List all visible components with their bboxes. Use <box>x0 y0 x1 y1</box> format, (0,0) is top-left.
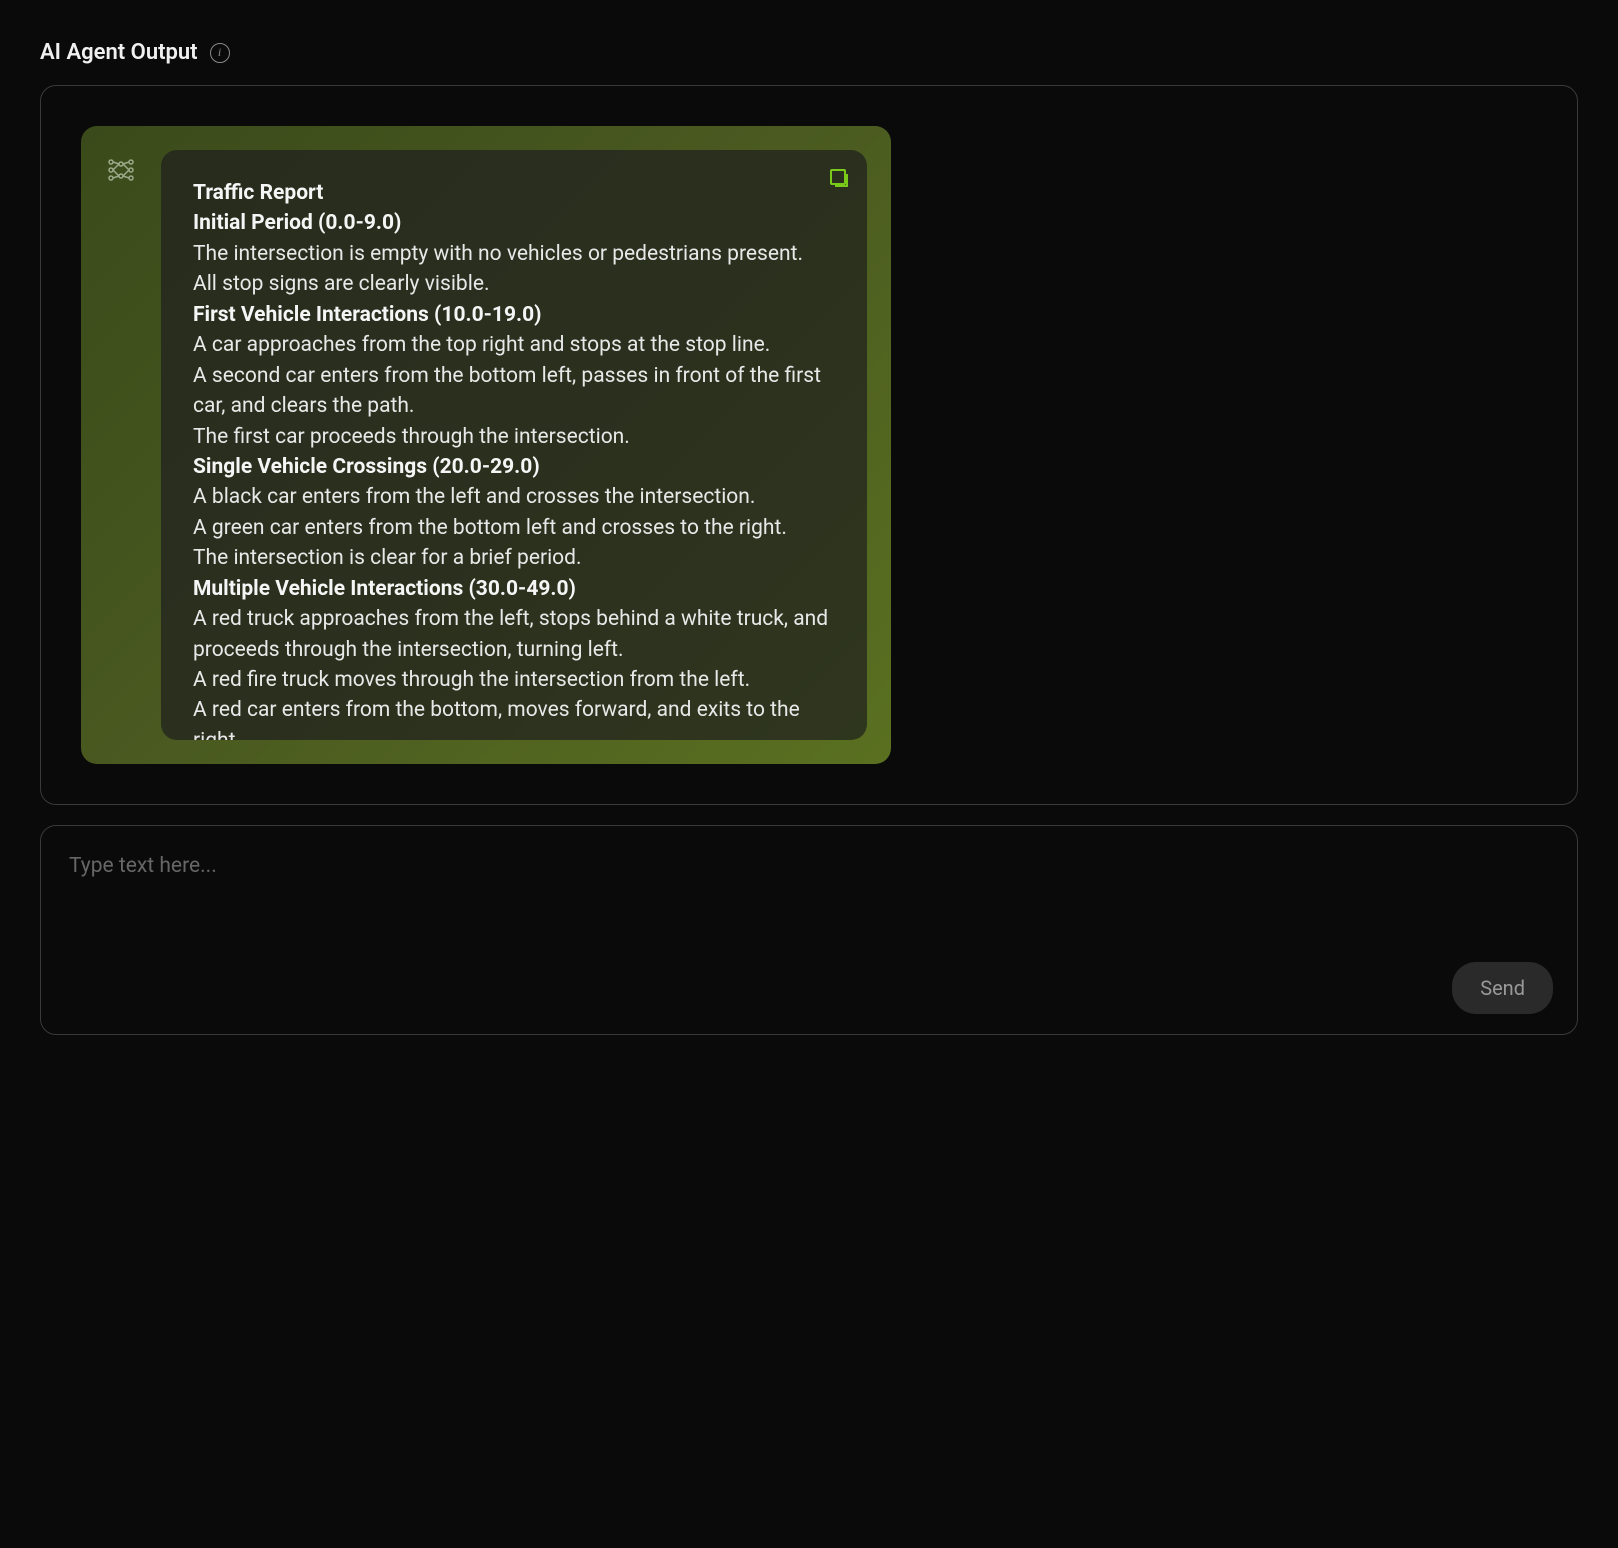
report-line: A red car enters from the bottom, moves … <box>193 695 835 740</box>
report-content-box: Traffic Report Initial Period (0.0-9.0) … <box>161 150 867 740</box>
section-heading: Single Vehicle Crossings (20.0-29.0) <box>193 452 835 482</box>
send-button[interactable]: Send <box>1452 962 1553 1014</box>
copy-icon[interactable] <box>827 166 851 190</box>
report-line: A green car enters from the bottom left … <box>193 513 835 543</box>
section-heading: Initial Period (0.0-9.0) <box>193 208 835 238</box>
report-line: A car approaches from the top right and … <box>193 330 835 360</box>
page-title: AI Agent Output <box>40 40 198 65</box>
report-text: Traffic Report Initial Period (0.0-9.0) … <box>193 178 835 740</box>
report-line: The intersection is clear for a brief pe… <box>193 543 835 573</box>
output-header: AI Agent Output i <box>40 40 1578 65</box>
report-line: The first car proceeds through the inter… <box>193 422 835 452</box>
section-heading: Multiple Vehicle Interactions (30.0-49.0… <box>193 574 835 604</box>
message-input[interactable] <box>69 854 1549 1006</box>
report-line: A red truck approaches from the left, st… <box>193 604 835 665</box>
report-line: A second car enters from the bottom left… <box>193 361 835 422</box>
info-icon[interactable]: i <box>210 43 230 63</box>
report-line: The intersection is empty with no vehicl… <box>193 239 835 269</box>
agent-message-card: Traffic Report Initial Period (0.0-9.0) … <box>81 126 891 764</box>
report-title: Traffic Report <box>193 178 835 208</box>
report-line: A black car enters from the left and cro… <box>193 482 835 512</box>
input-panel: Send <box>40 825 1578 1035</box>
output-panel: Traffic Report Initial Period (0.0-9.0) … <box>40 85 1578 805</box>
report-line: A red fire truck moves through the inter… <box>193 665 835 695</box>
agent-network-icon <box>105 154 137 186</box>
report-line: All stop signs are clearly visible. <box>193 269 835 299</box>
section-heading: First Vehicle Interactions (10.0-19.0) <box>193 300 835 330</box>
